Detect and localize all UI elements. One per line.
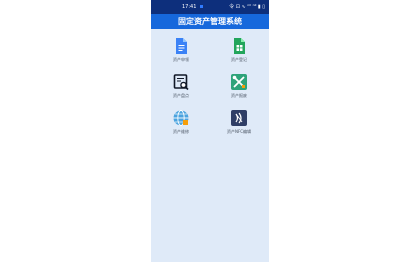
page-title: 固定资产管理系统	[151, 14, 269, 29]
search-document-icon	[173, 74, 189, 91]
tools-icon	[231, 74, 247, 90]
tile-label: 资产维修	[173, 129, 189, 134]
tile-asset-scrap[interactable]: 资产报废	[219, 73, 259, 103]
nfc-icon	[231, 110, 247, 126]
tile-label: 资产登记	[231, 57, 247, 62]
status-indicators: 令 ⊡ ∿ ⁿⁱˡ ⁿⁱˡ ▮ ▯	[229, 4, 265, 10]
tile-asset-inventory[interactable]: 资产盘点	[161, 73, 201, 103]
globe-icon	[173, 110, 189, 126]
notification-icon	[200, 5, 203, 8]
tile-asset-nfc-edit[interactable]: 资产NFC编辑	[219, 109, 259, 139]
spreadsheet-icon	[234, 38, 245, 54]
app-screen: 17:41 令 ⊡ ∿ ⁿⁱˡ ⁿⁱˡ ▮ ▯ 固定资产管理系统 资产申领 资产…	[151, 0, 269, 262]
status-time: 17:41	[182, 4, 197, 10]
tile-asset-register[interactable]: 资产登记	[219, 37, 259, 67]
document-icon	[176, 38, 187, 54]
tile-label: 资产盘点	[173, 93, 189, 98]
tile-asset-request[interactable]: 资产申领	[161, 37, 201, 67]
status-bar: 17:41 令 ⊡ ∿ ⁿⁱˡ ⁿⁱˡ ▮ ▯	[151, 0, 269, 14]
tile-asset-repair[interactable]: 资产维修	[161, 109, 201, 139]
tile-label: 资产申领	[173, 57, 189, 62]
tile-label: 资产报废	[231, 93, 247, 98]
tile-label: 资产NFC编辑	[226, 129, 252, 134]
